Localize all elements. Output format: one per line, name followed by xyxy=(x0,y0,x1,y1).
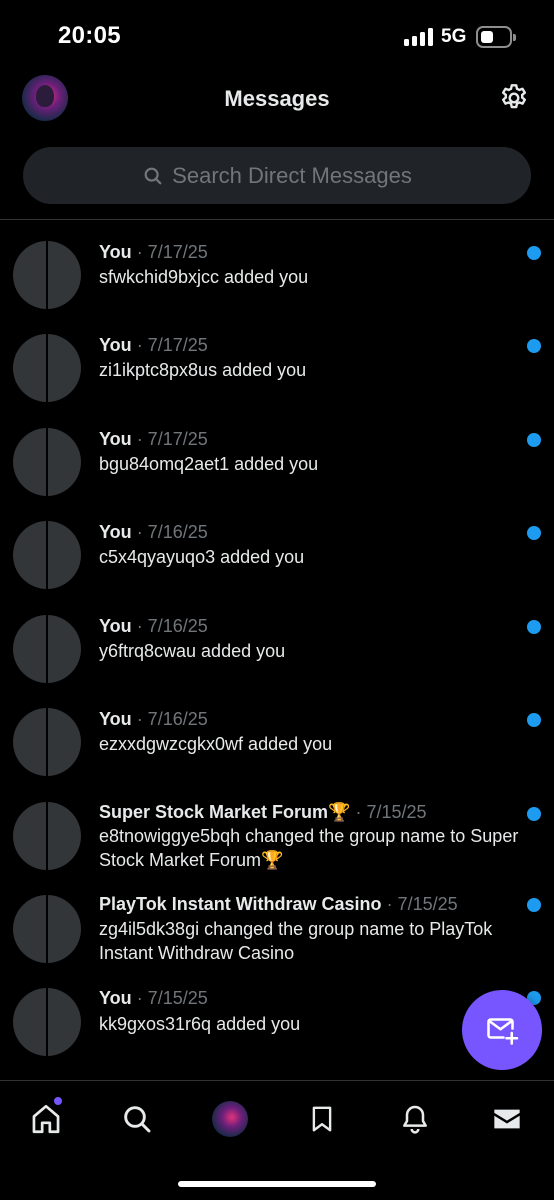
conversation-date: · 7/15/25 xyxy=(136,988,208,1008)
conversation-preview: zi1ikptc8px8us added you xyxy=(99,360,307,380)
unread-dot xyxy=(527,339,541,353)
mail-icon xyxy=(494,1109,520,1129)
search-input[interactable]: Search Direct Messages xyxy=(23,147,531,204)
conversation-item[interactable]: You · 7/16/25 ezxxdgwzcgkx0wf added you xyxy=(0,687,554,780)
group-avatar xyxy=(13,428,81,496)
search-icon xyxy=(144,167,162,184)
nav-notifications[interactable] xyxy=(395,1099,435,1139)
conversation-item[interactable]: PlayTok Instant Withdraw Casino · 7/15/2… xyxy=(0,874,554,967)
conversation-item[interactable]: You · 7/16/25 y6ftrq8cwau added you xyxy=(0,594,554,687)
status-bar: 20:05 5G xyxy=(0,0,554,72)
conversation-item[interactable]: You · 7/17/25 bgu84omq2aet1 added you xyxy=(0,407,554,500)
header: Messages xyxy=(0,72,554,130)
nav-search[interactable] xyxy=(117,1099,157,1139)
bell-icon xyxy=(403,1105,427,1134)
conversation-preview: c5x4qyayuqo3 added you xyxy=(99,547,305,567)
group-avatar xyxy=(13,895,81,963)
conversation-item[interactable]: You · 7/16/25 c5x4qyayuqo3 added you xyxy=(0,500,554,593)
conversation-item[interactable]: You · 7/17/25 sfwkchid9bxjcc added you xyxy=(0,220,554,313)
conversation-preview: e8tnowiggye5bqh changed the group name t… xyxy=(99,826,519,870)
network-type: 5G xyxy=(441,26,467,47)
nav-messages[interactable] xyxy=(487,1099,527,1139)
settings-button[interactable] xyxy=(498,82,530,114)
page-title: Messages xyxy=(224,86,330,111)
conversation-date: · 7/16/25 xyxy=(136,616,208,636)
group-avatar xyxy=(13,988,81,1056)
new-message-button[interactable] xyxy=(462,990,542,1070)
conversation-date: · 7/16/25 xyxy=(136,522,208,542)
conversation-date: · 7/17/25 xyxy=(136,429,208,449)
conversation-date: · 7/17/25 xyxy=(136,242,208,262)
unread-dot xyxy=(527,526,541,540)
group-avatar xyxy=(13,708,81,776)
group-avatar xyxy=(13,334,81,402)
home-indicator xyxy=(178,1181,376,1187)
unread-dot xyxy=(527,807,541,821)
profile-avatar xyxy=(212,1101,248,1137)
conversation-date: · 7/17/25 xyxy=(136,335,208,355)
home-icon xyxy=(32,1104,60,1134)
gear-icon xyxy=(502,84,526,109)
conversation-name: You xyxy=(99,709,132,729)
unread-dot xyxy=(527,433,541,447)
cellular-signal-icon xyxy=(404,28,434,46)
search-placeholder: Search Direct Messages xyxy=(172,162,412,188)
conversation-name: You xyxy=(99,429,132,449)
conversation-name: PlayTok Instant Withdraw Casino xyxy=(99,894,382,914)
conversation-item[interactable]: You · 7/17/25 zi1ikptc8px8us added you xyxy=(0,313,554,406)
unread-dot xyxy=(527,898,541,912)
conversation-preview: bgu84omq2aet1 added you xyxy=(99,454,319,474)
conversation-name: You xyxy=(99,335,132,355)
conversation-preview: y6ftrq8cwau added you xyxy=(99,641,286,661)
conversation-date: · 7/16/25 xyxy=(136,709,208,729)
conversation-preview: zg4il5dk38gi changed the group name to P… xyxy=(99,919,493,963)
conversation-date: · 7/15/25 xyxy=(386,894,458,914)
group-avatar xyxy=(13,241,81,309)
status-time: 20:05 xyxy=(58,22,121,49)
conversation-name: You xyxy=(99,616,132,636)
group-avatar xyxy=(13,802,81,870)
conversation-date: · 7/15/25 xyxy=(355,802,427,822)
nav-profile[interactable] xyxy=(210,1099,250,1139)
nav-bookmarks[interactable] xyxy=(302,1099,342,1139)
conversation-item[interactable]: Super Stock Market Forum🏆 · 7/15/25 e8tn… xyxy=(0,781,554,874)
unread-dot xyxy=(527,246,541,260)
conversation-name: You xyxy=(99,522,132,542)
bookmark-icon xyxy=(312,1106,332,1132)
notification-dot xyxy=(54,1097,62,1105)
conversation-name: You xyxy=(99,242,132,262)
new-message-icon xyxy=(487,1018,519,1045)
group-avatar xyxy=(13,521,81,589)
conversation-preview: sfwkchid9bxjcc added you xyxy=(99,267,309,287)
conversation-preview: ezxxdgwzcgkx0wf added you xyxy=(99,734,333,754)
group-avatar xyxy=(13,615,81,683)
unread-dot xyxy=(527,620,541,634)
search-icon xyxy=(124,1106,151,1133)
unread-dot xyxy=(527,713,541,727)
nav-home[interactable] xyxy=(26,1099,66,1139)
battery-icon xyxy=(476,26,516,48)
conversation-name: Super Stock Market Forum🏆 xyxy=(99,802,351,822)
conversation-name: You xyxy=(99,988,132,1008)
